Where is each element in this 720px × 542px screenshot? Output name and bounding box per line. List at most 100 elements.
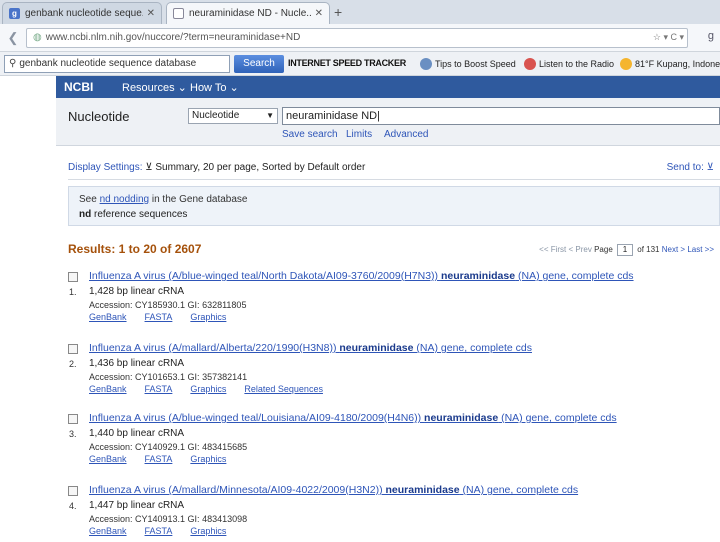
toolbar-brand: INTERNET SPEED TRACKER: [288, 58, 406, 68]
graphics-link[interactable]: Graphics: [190, 312, 226, 322]
toolbar-search-input[interactable]: ⚲ genbank nucleotide sequence database: [4, 55, 230, 73]
prev-page-link[interactable]: < Prev: [569, 245, 592, 254]
results-count: Results: 1 to 20 of 2607: [68, 242, 202, 256]
graphics-link[interactable]: Graphics: [190, 384, 226, 394]
result-description: 1,447 bp linear cRNA: [89, 500, 185, 511]
toolbar-item-weather[interactable]: 81°F Kupang, Indone: [620, 58, 720, 70]
close-tab-icon[interactable]: ✕: [147, 8, 155, 19]
advanced-link[interactable]: Advanced: [384, 129, 428, 140]
result-title-highlight: neuraminidase: [385, 484, 460, 496]
page-total: of 131: [637, 245, 660, 254]
graphics-link[interactable]: Graphics: [190, 526, 226, 536]
fasta-link[interactable]: FASTA: [145, 454, 173, 464]
limits-link[interactable]: Limits: [346, 129, 372, 140]
address-bar-tools[interactable]: ☆ ▾ C ▾: [653, 32, 684, 43]
resources-label: Resources: [122, 82, 175, 94]
result-checkbox[interactable]: [68, 272, 78, 282]
browser-tab-genbank[interactable]: g genbank nucleotide seque... ✕: [2, 2, 162, 24]
result-number: 1.: [69, 287, 77, 297]
result-description: 1,428 bp linear cRNA: [89, 286, 185, 297]
search-engine-icon[interactable]: g: [708, 30, 714, 42]
chevron-down-icon: ⌄: [229, 82, 239, 94]
result-links: GenBank FASTA Graphics: [89, 454, 244, 464]
genbank-link[interactable]: GenBank: [89, 526, 127, 536]
gene-link[interactable]: nd nodding: [100, 194, 150, 205]
pagination: << First < Prev Page 1 of 131 Next > Las…: [539, 244, 714, 256]
toolbar-item-radio[interactable]: Listen to the Radio: [524, 58, 614, 70]
toolbar-item-tips[interactable]: Tips to Boost Speed: [420, 58, 516, 70]
graphics-link[interactable]: Graphics: [190, 454, 226, 464]
ncbi-header-bar: NCBI Resources ⌄ How To ⌄: [56, 76, 720, 98]
last-page-link[interactable]: Last >>: [687, 245, 714, 254]
result-title-text: (NA) gene, complete cds: [498, 412, 617, 424]
toolbar-item-label: Tips to Boost Speed: [435, 59, 516, 69]
result-title-text: (NA) gene, complete cds: [413, 342, 532, 354]
fasta-link[interactable]: FASTA: [145, 526, 173, 536]
page-label: Page: [594, 245, 613, 254]
send-to-menu[interactable]: Send to: ⊻: [667, 162, 714, 173]
genbank-link[interactable]: GenBank: [89, 384, 127, 394]
result-title-text: (NA) gene, complete cds: [459, 484, 579, 496]
page-number-input[interactable]: 1: [617, 244, 634, 256]
result-title-text: (NA) gene, complete cds: [515, 270, 634, 282]
gene-box-line: See nd nodding in the Gene database: [79, 194, 709, 205]
next-page-link[interactable]: Next >: [662, 245, 685, 254]
result-title-highlight: neuraminidase: [440, 270, 516, 282]
result-title-text: Influenza A virus (A/mallard/Alberta/220…: [89, 342, 340, 354]
result-accession: Accession: CY185930.1 GI: 632811805: [89, 300, 247, 310]
browser-tab-neuraminidase[interactable]: neuraminidase ND - Nucle... ✕: [166, 2, 330, 24]
result-item: 4. Influenza A virus (A/mallard/Minnesot…: [68, 484, 720, 542]
ncbi-logo[interactable]: NCBI: [64, 80, 93, 94]
result-links: GenBank FASTA Graphics Related Sequences: [89, 384, 341, 394]
reference-term: nd: [79, 209, 92, 220]
back-arrow-icon[interactable]: ❮: [4, 29, 22, 47]
result-links: GenBank FASTA Graphics: [89, 526, 244, 536]
browser-tab-strip: g genbank nucleotide seque... ✕ neuramin…: [0, 0, 720, 24]
result-accession: Accession: CY101653.1 GI: 357382141: [89, 372, 248, 382]
genbank-link[interactable]: GenBank: [89, 312, 127, 322]
resources-menu[interactable]: Resources ⌄: [122, 81, 187, 94]
result-checkbox[interactable]: [68, 414, 78, 424]
first-page-link[interactable]: << First: [539, 245, 566, 254]
result-title-link[interactable]: Influenza A virus (A/mallard/Alberta/220…: [89, 342, 532, 354]
result-item: 3. Influenza A virus (A/blue-winged teal…: [68, 412, 720, 470]
result-description: 1,440 bp linear cRNA: [89, 428, 185, 439]
genbank-link[interactable]: GenBank: [89, 454, 127, 464]
save-search-link[interactable]: Save search: [282, 129, 338, 140]
send-to-label: Send to:: [666, 162, 704, 173]
result-title-highlight: neuraminidase: [339, 342, 414, 354]
reference-sequences-line[interactable]: nd reference sequences: [79, 209, 709, 220]
how-to-label: How To: [190, 82, 227, 94]
result-item: 1. Influenza A virus (A/blue-winged teal…: [68, 270, 720, 328]
database-select[interactable]: Nucleotide ▼: [188, 108, 278, 124]
result-title-link[interactable]: Influenza A virus (A/blue-winged teal/No…: [89, 270, 634, 282]
result-checkbox[interactable]: [68, 486, 78, 496]
address-bar[interactable]: ◍ www.ncbi.nlm.nih.gov/nuccore/?term=neur…: [26, 28, 688, 48]
globe-icon: ◍: [33, 32, 42, 43]
new-tab-button[interactable]: +: [334, 4, 342, 20]
chevron-down-icon: ⊻: [706, 162, 714, 173]
radio-icon: [524, 58, 536, 70]
fasta-link[interactable]: FASTA: [145, 384, 173, 394]
result-title-link[interactable]: Influenza A virus (A/blue-winged teal/Lo…: [89, 412, 617, 424]
related-sequences-link[interactable]: Related Sequences: [244, 384, 323, 394]
close-tab-icon[interactable]: ✕: [315, 8, 323, 19]
result-title-text: Influenza A virus (A/blue-winged teal/No…: [89, 270, 441, 282]
toolbar-item-label: 81°F Kupang, Indone: [635, 59, 720, 69]
tab-title: neuraminidase ND - Nucle...: [189, 8, 311, 19]
gene-database-box: See nd nodding in the Gene database nd r…: [68, 186, 720, 226]
how-to-menu[interactable]: How To ⌄: [190, 81, 239, 94]
result-title-highlight: neuraminidase: [424, 412, 499, 424]
gauge-icon: [420, 58, 432, 70]
database-title: Nucleotide: [68, 109, 130, 124]
display-settings[interactable]: Display Settings: ⊻ Summary, 20 per page…: [68, 162, 365, 173]
result-accession: Accession: CY140913.1 GI: 483413098: [89, 514, 248, 524]
chevron-down-icon: ⌄: [177, 82, 187, 94]
search-term-input[interactable]: neuraminidase ND|: [282, 107, 720, 125]
toolbar-search-button[interactable]: Search: [234, 55, 284, 73]
result-title-link[interactable]: Influenza A virus (A/mallard/Minnesota/A…: [89, 484, 578, 496]
result-accession: Accession: CY140929.1 GI: 483415685: [89, 442, 248, 452]
sun-icon: [620, 58, 632, 70]
fasta-link[interactable]: FASTA: [145, 312, 173, 322]
result-checkbox[interactable]: [68, 344, 78, 354]
